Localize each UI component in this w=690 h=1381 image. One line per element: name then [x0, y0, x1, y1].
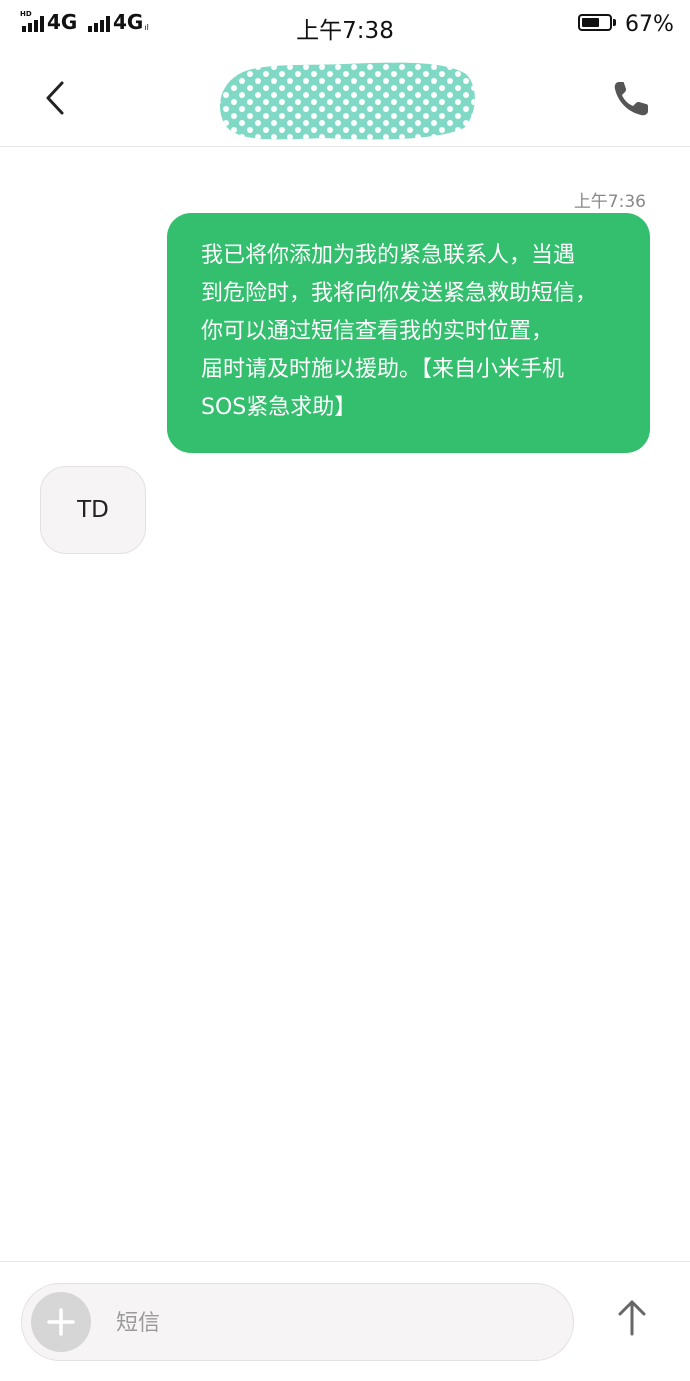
message-text: TD	[77, 497, 109, 523]
plus-icon	[47, 1308, 75, 1336]
message-line: 届时请及时施以援助。【来自小米手机	[201, 357, 565, 382]
attach-button[interactable]	[31, 1292, 91, 1352]
battery-level	[582, 18, 599, 27]
contact-name-redacted[interactable]	[214, 56, 478, 144]
message-line: 我已将你添加为我的紧急联系人，当遇	[201, 243, 576, 268]
outgoing-message-bubble[interactable]: 我已将你添加为我的紧急联系人，当遇 到危险时，我将向你发送紧急救助短信， 你可以…	[167, 213, 650, 453]
redaction-blur	[220, 62, 475, 140]
message-line: SOS紧急求助】	[201, 395, 357, 420]
battery-percent: 67%	[625, 12, 674, 37]
battery-tip	[613, 19, 616, 26]
message-input[interactable]	[114, 1302, 518, 1344]
message-line: 你可以通过短信查看我的实时位置，	[201, 319, 554, 344]
back-button[interactable]	[36, 78, 76, 118]
send-button[interactable]	[612, 1296, 652, 1340]
call-button[interactable]	[610, 78, 654, 118]
arrow-up-icon	[618, 1300, 646, 1336]
battery-icon	[578, 14, 612, 31]
composer	[21, 1283, 574, 1361]
message-line: 到危险时，我将向你发送紧急救助短信，	[201, 281, 598, 306]
phone-icon	[614, 82, 648, 116]
composer-bar	[0, 1261, 690, 1381]
status-bar: HD 4G 4G ıl 上午7:38 67%	[0, 0, 690, 50]
conversation-header	[0, 50, 690, 147]
incoming-message-bubble[interactable]: TD	[40, 466, 146, 554]
chevron-left-icon	[46, 81, 64, 115]
message-timestamp: 上午7:36	[573, 192, 646, 212]
